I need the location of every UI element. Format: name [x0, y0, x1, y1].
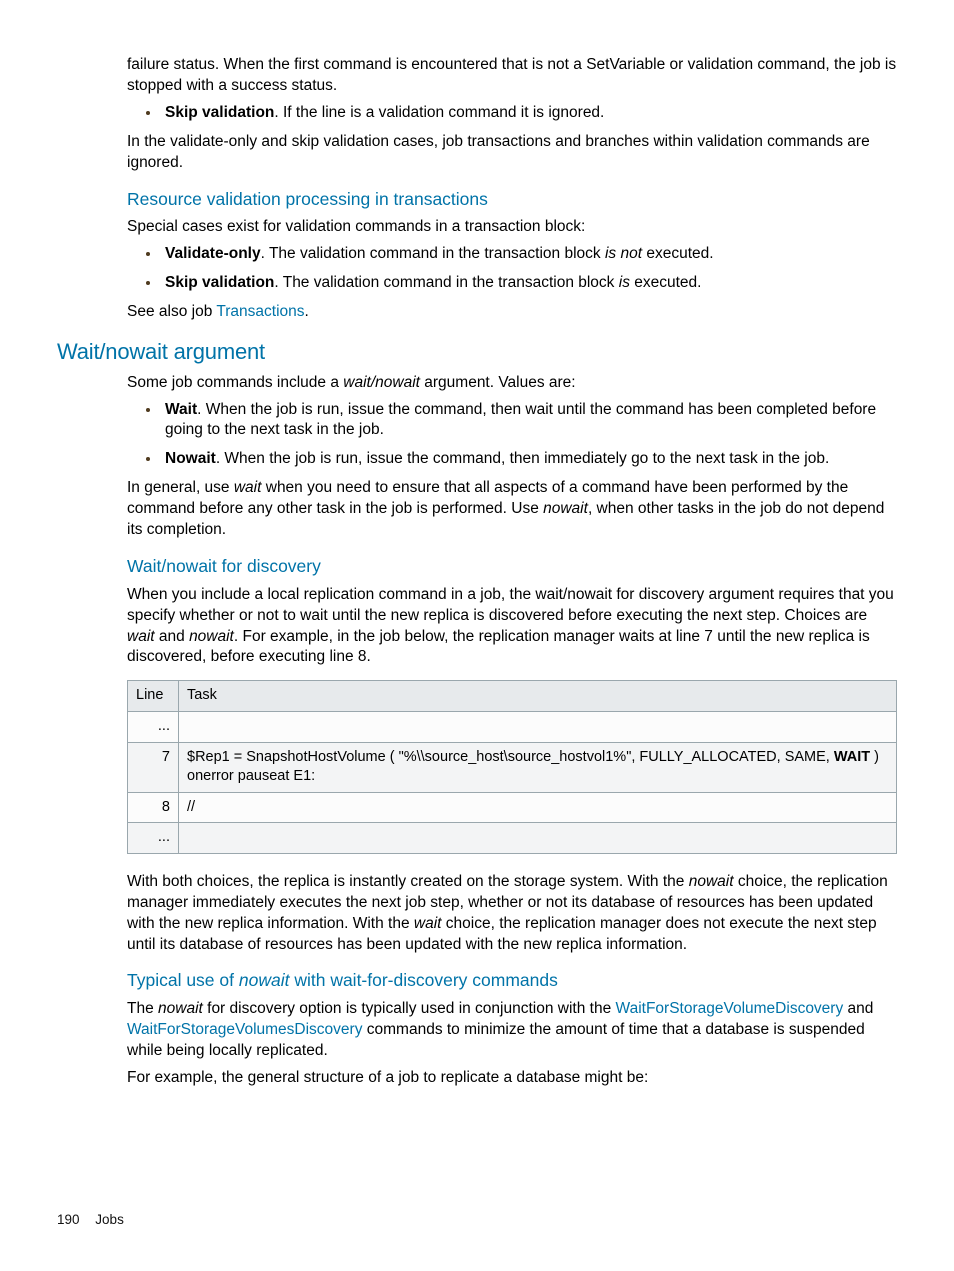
emphasis: nowait — [689, 873, 734, 890]
cell-task: // — [179, 792, 897, 823]
term: Nowait — [165, 450, 216, 467]
continuation-paragraph: failure status. When the first command i… — [127, 55, 897, 97]
emphasis: nowait — [158, 1000, 203, 1017]
text: argument. Values are: — [420, 374, 576, 391]
text: . — [305, 303, 309, 320]
body-paragraph: See also job Transactions. — [127, 302, 897, 323]
text: The — [127, 1000, 158, 1017]
list-item: Nowait. When the job is run, issue the c… — [161, 449, 897, 470]
page-footer: 190 Jobs — [57, 1211, 124, 1229]
cell-line: ... — [128, 711, 179, 742]
list-item: Validate-only. The validation command in… — [161, 244, 897, 265]
cell-line: ... — [128, 823, 179, 854]
body-paragraph: Some job commands include a wait/nowait … — [127, 373, 897, 394]
heading-typical-use: Typical use of nowait with wait-for-disc… — [127, 969, 897, 993]
text: With both choices, the replica is instan… — [127, 873, 689, 890]
body-paragraph: The nowait for discovery option is typic… — [127, 999, 897, 1062]
text: When you include a local replication com… — [127, 586, 894, 624]
term: Skip validation — [165, 104, 274, 121]
link-transactions[interactable]: Transactions — [216, 303, 304, 320]
definition: . When the job is run, issue the command… — [165, 401, 876, 439]
emphasis: nowait — [189, 628, 234, 645]
link-waitforstoragevolumediscovery[interactable]: WaitForStorageVolumeDiscovery — [616, 1000, 844, 1017]
emphasis: nowait — [543, 500, 588, 517]
text: and — [155, 628, 189, 645]
table-row: 8 // — [128, 792, 897, 823]
cell-task: $Rep1 = SnapshotHostVolume ( "%\\source_… — [179, 742, 897, 792]
bullet-list: Skip validation. If the line is a valida… — [127, 103, 897, 124]
emphasis: wait — [234, 479, 262, 496]
link-waitforstoragevolumesdiscovery[interactable]: WaitForStorageVolumesDiscovery — [127, 1021, 362, 1038]
table-row: 7 $Rep1 = SnapshotHostVolume ( "%\\sourc… — [128, 742, 897, 792]
body-paragraph: For example, the general structure of a … — [127, 1068, 897, 1089]
text: and — [843, 1000, 873, 1017]
heading-wait-nowait-discovery: Wait/nowait for discovery — [127, 555, 897, 579]
code-text: $Rep1 = SnapshotHostVolume ( "%\\source_… — [187, 749, 834, 765]
list-item: Skip validation. The validation command … — [161, 273, 897, 294]
table-header-row: Line Task — [128, 681, 897, 712]
document-page: failure status. When the first command i… — [0, 0, 954, 1271]
definition: . When the job is run, issue the command… — [216, 450, 829, 467]
heading-resource-validation: Resource validation processing in transa… — [127, 188, 897, 212]
emphasis: is — [619, 274, 630, 291]
body-paragraph: When you include a local replication com… — [127, 585, 897, 669]
example-table: Line Task ... 7 $Rep1 = SnapshotHostVolu… — [127, 680, 897, 853]
text: Some job commands include a — [127, 374, 343, 391]
text: See also job — [127, 303, 216, 320]
text: with wait-for-discovery commands — [289, 970, 557, 990]
text: executed. — [642, 245, 714, 262]
body-paragraph: With both choices, the replica is instan… — [127, 872, 897, 956]
code-bold: WAIT — [834, 749, 870, 765]
definition: . If the line is a validation command it… — [274, 104, 604, 121]
bullet-list: Wait. When the job is run, issue the com… — [127, 400, 897, 471]
text: . For example, in the job below, the rep… — [127, 628, 870, 666]
cell-line: 8 — [128, 792, 179, 823]
emphasis: nowait — [239, 970, 290, 990]
bullet-list: Validate-only. The validation command in… — [127, 244, 897, 294]
page-number: 190 — [57, 1212, 80, 1227]
table-row: ... — [128, 823, 897, 854]
emphasis: wait — [414, 915, 442, 932]
body-paragraph: In the validate-only and skip validation… — [127, 132, 897, 174]
list-item: Skip validation. If the line is a valida… — [161, 103, 897, 124]
cell-task — [179, 823, 897, 854]
text: In general, use — [127, 479, 234, 496]
text: executed. — [630, 274, 702, 291]
section-name: Jobs — [95, 1212, 124, 1227]
text: Typical use of — [127, 970, 239, 990]
list-item: Wait. When the job is run, issue the com… — [161, 400, 897, 442]
cell-task — [179, 711, 897, 742]
term: Validate-only — [165, 245, 261, 262]
heading-wait-nowait: Wait/nowait argument — [57, 337, 897, 367]
body-paragraph: Special cases exist for validation comma… — [127, 217, 897, 238]
text: . The validation command in the transact… — [261, 245, 605, 262]
cell-line: 7 — [128, 742, 179, 792]
emphasis: wait — [127, 628, 155, 645]
text: . The validation command in the transact… — [274, 274, 618, 291]
emphasis: is not — [605, 245, 642, 262]
col-task: Task — [179, 681, 897, 712]
emphasis: wait/nowait — [343, 374, 420, 391]
col-line: Line — [128, 681, 179, 712]
text: for discovery option is typically used i… — [203, 1000, 616, 1017]
table-row: ... — [128, 711, 897, 742]
body-paragraph: In general, use wait when you need to en… — [127, 478, 897, 541]
term: Wait — [165, 401, 197, 418]
term: Skip validation — [165, 274, 274, 291]
